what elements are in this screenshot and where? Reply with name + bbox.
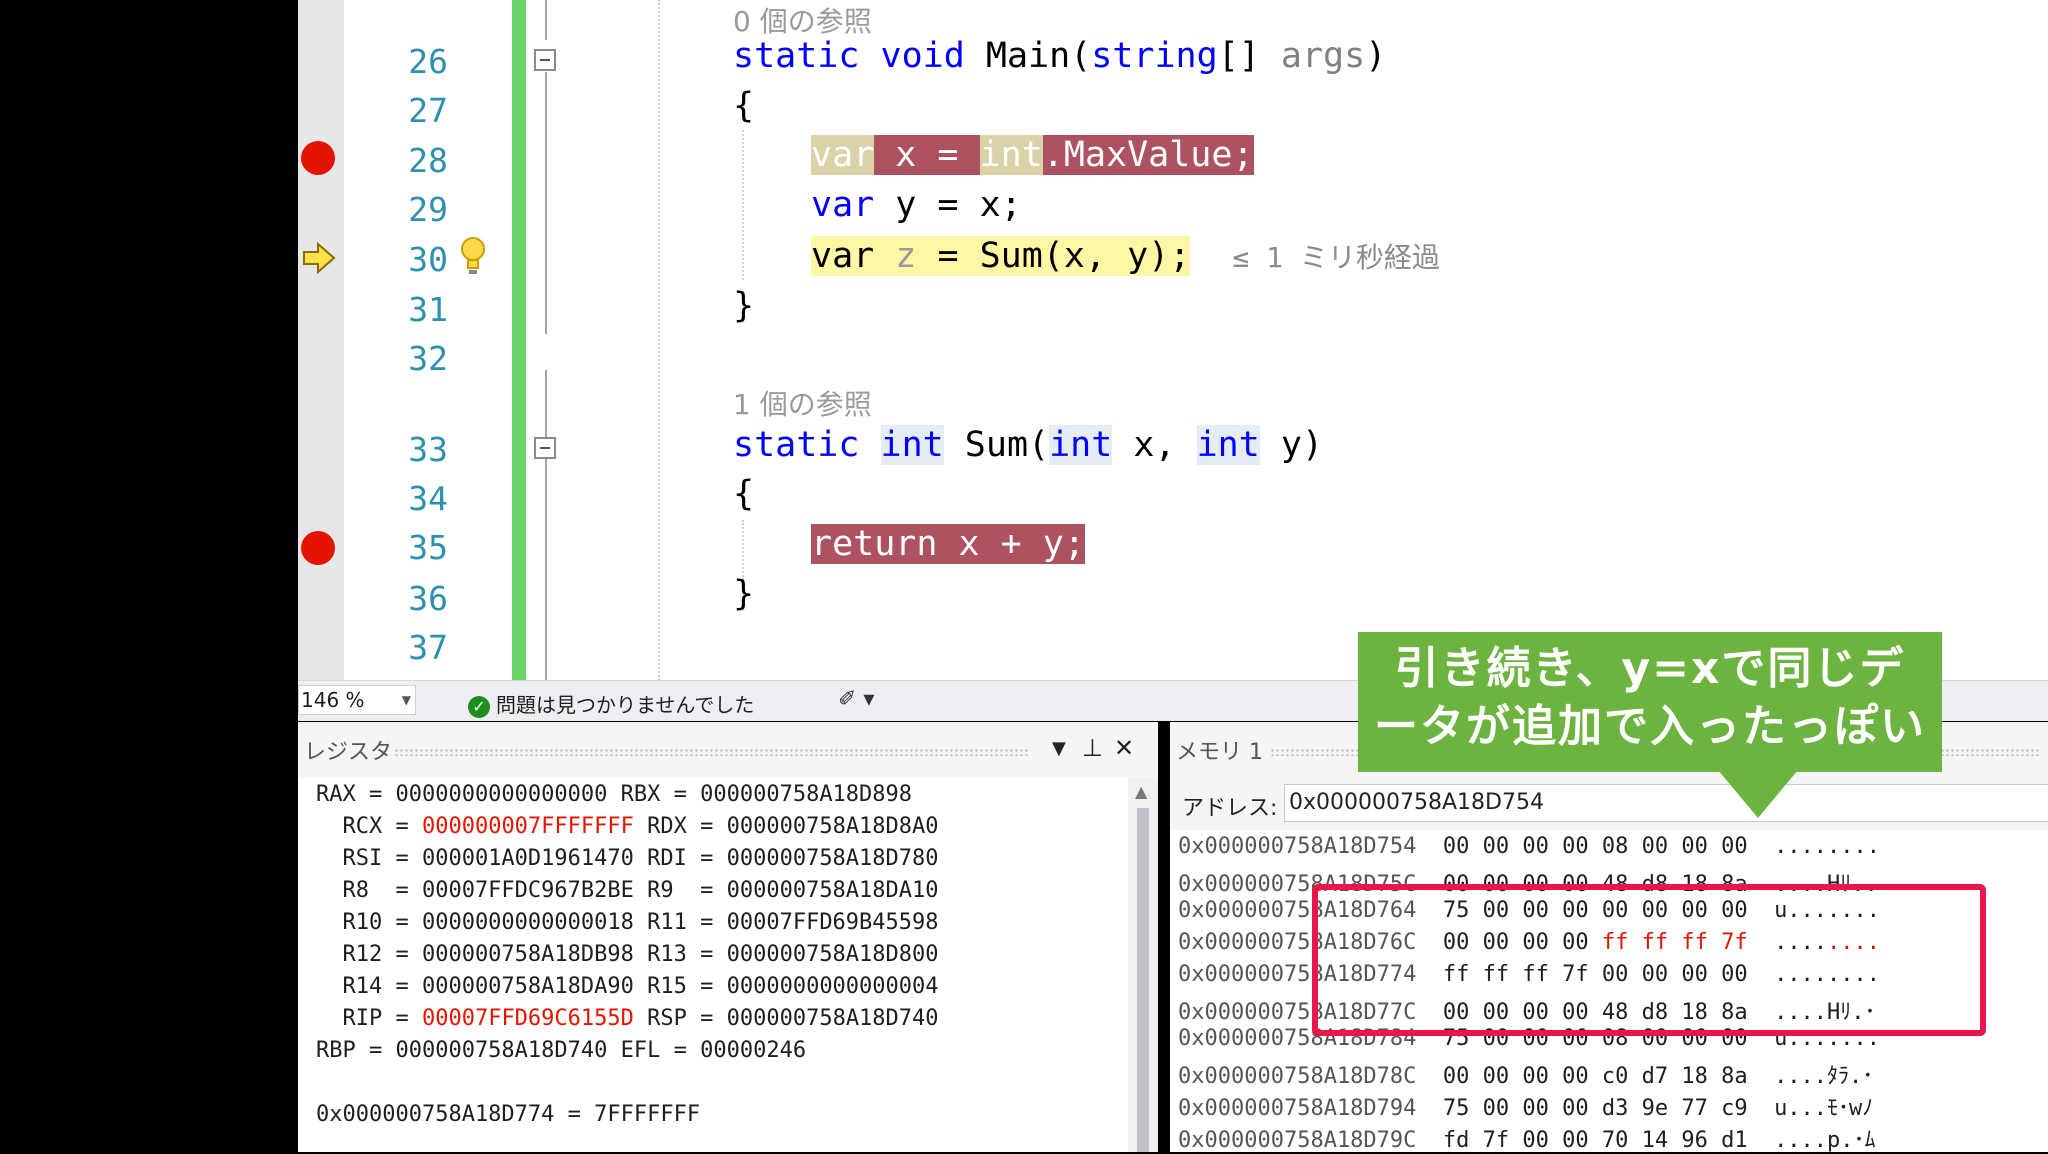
code-line-36[interactable]: } (733, 574, 754, 614)
line-number: 35 (408, 528, 448, 567)
line-number: 31 (408, 290, 448, 329)
collapse-toggle[interactable] (534, 437, 556, 459)
memory-highlight-box (1312, 884, 1986, 1036)
register-watch-line: 0x000000758A18D774 = 7FFFFFFF (316, 1102, 701, 1127)
memory-row: 0x000000758A18D794 75 00 00 00 d3 9e 77 … (1178, 1096, 1874, 1121)
memory-panel-title: メモリ 1 (1176, 740, 1263, 765)
register-line: R12 = 000000758A18DB98 R13 = 000000758A1… (316, 942, 939, 967)
outline-line (545, 72, 547, 334)
issues-indicator[interactable]: ✓ 問題は見つかりませんでした (468, 689, 754, 718)
breakpoint-icon[interactable] (301, 531, 335, 565)
code-editor[interactable]: 26 27 28 29 30 31 32 33 34 35 36 37 0 個の… (298, 0, 2048, 680)
vertical-scrollbar[interactable]: ▲ (1128, 778, 1158, 1152)
register-line: RIP = 00007FFD69C6155D RSP = 000000758A1… (316, 1006, 939, 1031)
annotation-callout-pointer (1718, 770, 1798, 818)
line-number: 30 (408, 240, 448, 279)
register-line: R14 = 000000758A18DA90 R15 = 00000000000… (316, 974, 939, 999)
current-statement-arrow-icon (303, 242, 336, 274)
registers-content[interactable]: RAX = 0000000000000000 RBX = 000000758A1… (298, 778, 1128, 1152)
code-line-31[interactable]: } (733, 286, 754, 326)
scroll-up-icon[interactable]: ▲ (1135, 782, 1147, 801)
breakpoint-gutter[interactable] (298, 0, 344, 680)
pin-icon[interactable]: ⊥ (1082, 734, 1103, 762)
close-icon[interactable]: ✕ (1114, 734, 1134, 762)
window-position-dropdown-icon[interactable]: ▼ (1052, 738, 1066, 759)
indent-guide (742, 130, 744, 280)
code-line-29[interactable]: var y = x; (811, 185, 1022, 225)
zoom-dropdown[interactable]: 146 % ▼ (298, 685, 416, 715)
code-line-28[interactable]: var x = int.MaxValue; (811, 135, 1254, 175)
scrollbar-thumb[interactable] (1137, 808, 1149, 1152)
code-line-27[interactable]: { (733, 86, 754, 126)
register-line: R10 = 0000000000000018 R11 = 00007FFD69B… (316, 910, 939, 935)
issues-label: 問題は見つかりませんでした (496, 693, 755, 717)
annotation-line: 引き続き、y=xで同じデ (1394, 643, 1906, 694)
line-number: 26 (408, 42, 448, 81)
registers-panel: レジスタ ▼ ⊥ ✕ RAX = 0000000000000000 RBX = … (298, 722, 1158, 1152)
register-line: RAX = 0000000000000000 RBX = 000000758A1… (316, 782, 913, 807)
line-number: 33 (408, 430, 448, 469)
collapse-toggle[interactable] (534, 49, 556, 71)
line-number: 37 (408, 628, 448, 667)
line-number: 27 (408, 91, 448, 130)
elapsed-time-label: ≤ 1 ミリ秒経過 (1232, 241, 1440, 274)
chevron-down-icon: ▼ (401, 693, 411, 707)
address-input[interactable]: 0x000000758A18D754 (1284, 784, 2048, 822)
registers-panel-header: レジスタ ▼ ⊥ ✕ (298, 728, 1158, 768)
memory-row: 0x000000758A18D79C fd 7f 00 00 70 14 96 … (1178, 1128, 1876, 1153)
lightbulb-icon[interactable] (460, 236, 486, 280)
code-line-30[interactable]: var z = Sum(x, y); ≤ 1 ミリ秒経過 (811, 236, 1440, 276)
code-line-34[interactable]: { (733, 474, 754, 514)
register-line: RCX = 000000007FFFFFFF RDX = 000000758A1… (316, 814, 939, 839)
registers-panel-title: レジスタ (304, 740, 393, 765)
code-cleanup-icon[interactable]: ✐ ▾ (838, 687, 874, 712)
indent-guide (742, 520, 744, 580)
change-tracking-bar (512, 0, 526, 680)
memory-row: 0x000000758A18D754 00 00 00 00 08 00 00 … (1178, 834, 1881, 859)
indent-guide (658, 0, 660, 680)
outline-line (545, 0, 547, 40)
outline-line (545, 370, 547, 680)
line-number: 32 (408, 339, 448, 378)
code-line-35[interactable]: return x + y; (811, 524, 1085, 564)
code-line-26[interactable]: static void Main(string[] args) (733, 36, 1386, 76)
annotation-callout: 引き続き、y=xで同じデ ータが追加で入ったっぽい (1358, 632, 1942, 772)
address-label: アドレス: (1182, 796, 1278, 821)
zoom-value: 146 % (301, 688, 365, 712)
reference-count-hint[interactable]: 0 個の参照 (733, 0, 872, 40)
line-number: 28 (408, 141, 448, 180)
reference-count-hint[interactable]: 1 個の参照 (733, 383, 872, 423)
register-line: RSI = 000001A0D1961470 RDI = 000000758A1… (316, 846, 939, 871)
drag-grip[interactable] (394, 748, 1030, 756)
register-line: R8 = 00007FFDC967B2BE R9 = 000000758A18D… (316, 878, 939, 903)
annotation-line: ータが追加で入ったっぽい (1374, 701, 1926, 752)
register-line: RBP = 000000758A18D740 EFL = 00000246 (316, 1038, 807, 1063)
address-bar: アドレス: 0x000000758A18D754 (1170, 782, 2048, 826)
line-number: 36 (408, 579, 448, 618)
line-number: 29 (408, 190, 448, 229)
memory-row: 0x000000758A18D78C 00 00 00 00 c0 d7 18 … (1178, 1064, 1874, 1089)
line-number: 34 (408, 479, 448, 518)
check-icon: ✓ (468, 695, 490, 718)
code-line-33[interactable]: static int Sum(int x, int y) (733, 425, 1323, 465)
breakpoint-icon[interactable] (301, 141, 335, 175)
